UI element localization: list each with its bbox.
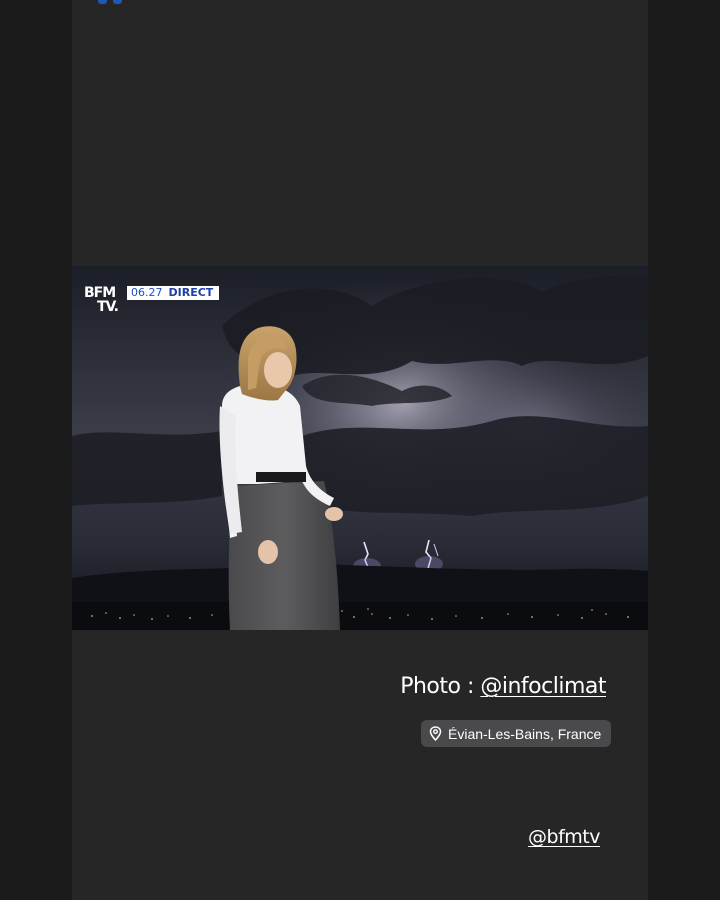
live-badge: 06.27 DIRECT: [127, 286, 220, 300]
storm-photo-scene: [72, 266, 648, 630]
live-label: DIRECT: [168, 286, 214, 299]
account-mention[interactable]: @bfmtv: [528, 826, 600, 848]
channel-logo: BFM TV.: [84, 286, 119, 315]
channel-logo-line2: TV.: [97, 299, 119, 315]
story-viewer: BFM TV. 06.27 DIRECT Photo : @infoclimat…: [0, 0, 720, 900]
photo-credit-prefix: Photo :: [400, 674, 481, 699]
location-sticker[interactable]: Évian-Les-Bains, France: [421, 720, 612, 747]
broadcast-time: 06.27: [131, 286, 163, 299]
photo-credit: Photo : @infoclimat: [400, 674, 606, 699]
photo-credit-mention[interactable]: @infoclimat: [480, 674, 606, 699]
location-pin-icon: [429, 726, 442, 741]
location-label: Évian-Les-Bains, France: [448, 725, 602, 742]
news-video-frame[interactable]: [72, 266, 648, 630]
progress-indicator: [98, 0, 124, 5]
